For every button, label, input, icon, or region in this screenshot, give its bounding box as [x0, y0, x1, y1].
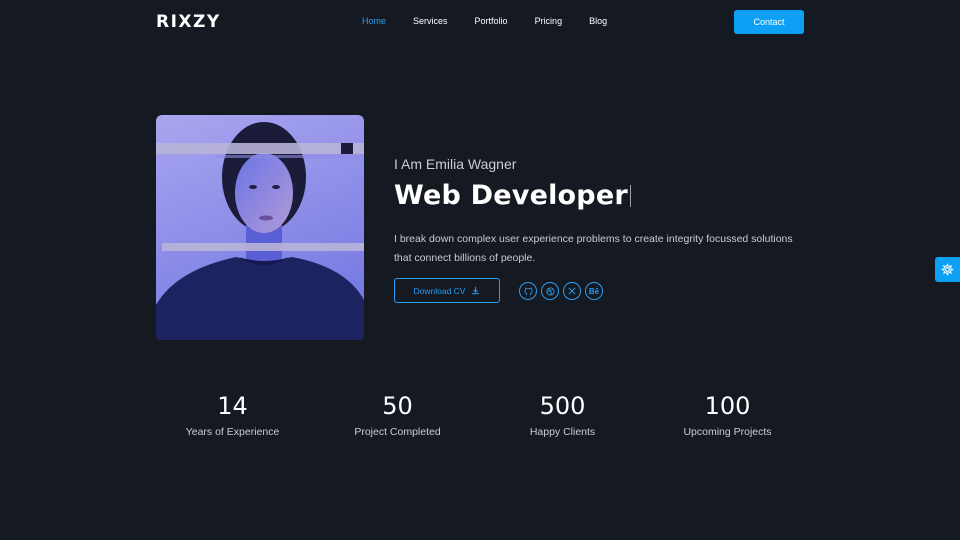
social-links: Bē	[519, 282, 603, 300]
typing-cursor	[629, 185, 631, 207]
stat-label: Project Completed	[354, 426, 441, 438]
nav-services[interactable]: Services	[413, 16, 448, 26]
stat-value: 500	[539, 392, 586, 420]
main-nav: Home Services Portfolio Pricing Blog	[362, 16, 634, 26]
behance-glyph: Bē	[588, 286, 600, 296]
nav-blog[interactable]: Blog	[589, 16, 607, 26]
site-header: RIXZY Home Services Portfolio Pricing Bl…	[0, 0, 960, 44]
stat-value: 14	[217, 392, 248, 420]
download-icon	[472, 286, 480, 295]
nav-pricing[interactable]: Pricing	[535, 16, 563, 26]
stat-label: Happy Clients	[529, 426, 596, 438]
behance-icon[interactable]: Bē	[585, 282, 603, 300]
gear-icon	[941, 263, 954, 276]
hero-description: I break down complex user experience pro…	[394, 233, 793, 264]
contact-button[interactable]: Contact	[734, 10, 804, 34]
stat-value: 100	[704, 392, 751, 420]
x-icon[interactable]	[563, 282, 581, 300]
stat-label: Years of Experience	[185, 426, 280, 438]
stats-row: 14 Years of Experience 50 Project Comple…	[150, 392, 810, 438]
github-icon[interactable]	[519, 282, 537, 300]
hero-role-text: Web Developer	[394, 180, 628, 211]
stat-experience: 14 Years of Experience	[150, 392, 315, 438]
stat-clients: 500 Happy Clients	[480, 392, 645, 438]
nav-home[interactable]: Home	[362, 16, 386, 26]
settings-toggle[interactable]	[935, 257, 960, 282]
download-cv-label: Download CV	[413, 285, 466, 296]
logo[interactable]: RIXZY	[156, 12, 221, 32]
hero-greeting: I Am Emilia Wagner	[394, 156, 517, 172]
hero-role: Web Developer	[394, 180, 631, 211]
stat-value: 50	[382, 392, 413, 420]
stat-projects: 50 Project Completed	[315, 392, 480, 438]
nav-portfolio[interactable]: Portfolio	[475, 16, 508, 26]
stat-label: Upcoming Projects	[683, 426, 772, 438]
stat-upcoming: 100 Upcoming Projects	[645, 392, 810, 438]
download-cv-button[interactable]: Download CV	[394, 278, 500, 303]
dribbble-icon[interactable]	[541, 282, 559, 300]
profile-photo	[156, 115, 364, 340]
